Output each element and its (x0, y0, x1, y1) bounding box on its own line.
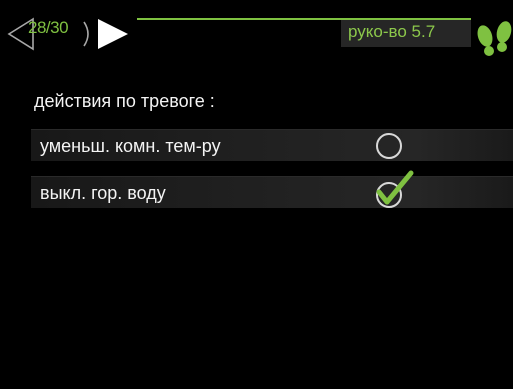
page-indicator: 28/30 (28, 18, 69, 37)
checkmark-checked-icon[interactable] (371, 167, 415, 209)
header-divider-line (137, 18, 342, 20)
menu-label: руко-во 5.7 (348, 22, 436, 41)
section-title: действия по тревоге : (34, 91, 215, 111)
header-bar: 28/30 руко-во 5.7 (0, 0, 513, 56)
option-label: уменьш. комн. тем-ру (40, 136, 221, 156)
option-label: выкл. гор. воду (40, 183, 166, 203)
option-row-reduce-room-temp[interactable]: уменьш. комн. тем-ру (31, 129, 513, 161)
radio-unchecked-icon[interactable] (373, 132, 407, 160)
page-bracket-icon (83, 21, 89, 47)
display-screen: 28/30 руко-во 5.7 действия по тревоге : … (0, 0, 513, 389)
footprints-icon (477, 21, 512, 56)
next-page-icon[interactable] (96, 18, 130, 50)
option-row-turn-off-hot-water[interactable]: выкл. гор. воду (31, 170, 513, 208)
